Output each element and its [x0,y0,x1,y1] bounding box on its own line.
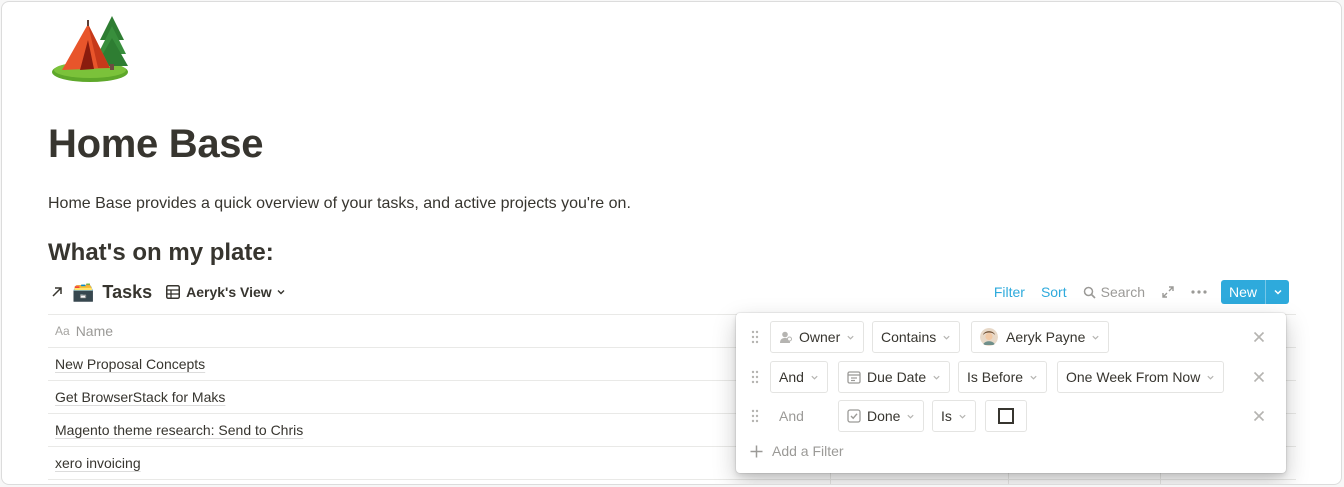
section-heading[interactable]: What's on my plate: [48,239,274,267]
chevron-down-icon [1273,289,1282,295]
filter-operator-label: Is Before [967,369,1024,385]
text-property-icon: Aa [55,324,70,338]
checkbox-icon [847,409,861,423]
row-title[interactable]: Get BrowserStack for Maks [55,389,225,405]
filter-button[interactable]: Filter [994,284,1025,300]
filter-operator-label: Is [941,408,952,424]
filter-value-checkbox[interactable] [985,400,1027,432]
chevron-down-icon [943,335,950,340]
row-title[interactable]: New Proposal Concepts [55,356,205,372]
row-title[interactable]: Magento theme research: Send to Chris [55,422,303,438]
filter-operator-label: Contains [881,329,937,345]
card-file-box-icon: 🗃️ [72,281,95,302]
filter-operator-select[interactable]: Is Before [958,361,1048,393]
search-label: Search [1100,284,1145,300]
new-button[interactable]: New [1221,280,1265,304]
filter-conjunction-label: And [779,369,804,385]
filter-property-label: Done [867,408,901,424]
filter-property-select[interactable]: Owner [770,321,865,353]
sort-button[interactable]: Sort [1041,284,1067,300]
search-icon [1083,286,1096,299]
filter-property-select[interactable]: Done [838,400,925,432]
table-icon [166,285,181,299]
chevron-down-icon [1207,375,1214,380]
new-dropdown-button[interactable] [1265,280,1289,304]
drag-handle-icon[interactable] [750,330,760,344]
filter-operator-select[interactable]: Contains [872,321,961,353]
filter-conjunction-label: And [779,408,804,424]
chevron-down-icon [1092,335,1099,340]
filter-row: Owner Contains Aeryk Payne [736,321,1286,353]
more-options-button[interactable] [1191,290,1207,294]
filter-row: And Due Date Is Before One Week From Now [736,361,1286,393]
filter-value-label: Aeryk Payne [1006,329,1086,345]
app-frame: Home Base Home Base provides a quick ove… [1,1,1342,485]
filter-property-label: Due Date [867,369,927,385]
view-switcher[interactable]: Aeryk's View [166,284,292,300]
filter-conjunction-select[interactable]: And [770,361,828,393]
filter-value-select[interactable]: One Week From Now [1057,361,1225,393]
chevron-down-icon [907,414,915,419]
chevron-down-icon [811,375,818,380]
page-description[interactable]: Home Base provides a quick overview of y… [48,195,631,213]
chevron-down-icon [847,335,854,340]
view-name: Aeryk's View [186,284,272,300]
new-button-group: New [1220,280,1289,304]
column-header-name[interactable]: Name [76,323,113,339]
filter-value-select[interactable]: Aeryk Payne [971,321,1110,353]
filter-popup: Owner Contains Aeryk Payne And Due Date … [736,313,1286,473]
row-title[interactable]: xero invoicing [55,455,141,471]
database-toolbar: Filter Sort Search New [978,280,1289,304]
filter-value-label: One Week From Now [1066,369,1201,385]
remove-filter-icon[interactable] [1252,409,1266,423]
camping-tent-icon[interactable] [48,10,132,86]
filter-row: And Done Is [736,400,1286,432]
remove-filter-icon[interactable] [1252,370,1266,384]
expand-icon [1162,286,1174,298]
avatar [980,328,998,346]
unchecked-checkbox[interactable] [998,408,1014,424]
remove-filter-icon[interactable] [1252,330,1266,344]
add-filter-button[interactable]: Add a Filter [750,443,844,459]
plus-icon [750,445,763,457]
chevron-down-icon [959,414,966,419]
open-full-page-button[interactable] [1161,285,1175,299]
database-header: 🗃️ Tasks Aeryk's View [48,278,292,306]
linked-database-arrow-icon[interactable] [48,283,66,301]
page-title[interactable]: Home Base [48,122,263,167]
calendar-icon [847,371,861,384]
drag-handle-icon[interactable] [750,409,760,423]
more-horizontal-icon [1191,290,1207,294]
chevron-down-icon [1030,375,1037,380]
filter-property-label: Owner [799,329,841,345]
chevron-down-icon [277,290,285,295]
add-filter-label: Add a Filter [772,443,844,459]
chevron-down-icon [933,375,940,380]
drag-handle-icon[interactable] [750,370,760,384]
filter-property-select[interactable]: Due Date [838,361,951,393]
person-icon [780,331,792,343]
search-button[interactable]: Search [1083,284,1145,300]
database-title[interactable]: Tasks [102,282,152,303]
filter-operator-select[interactable]: Is [932,400,976,432]
